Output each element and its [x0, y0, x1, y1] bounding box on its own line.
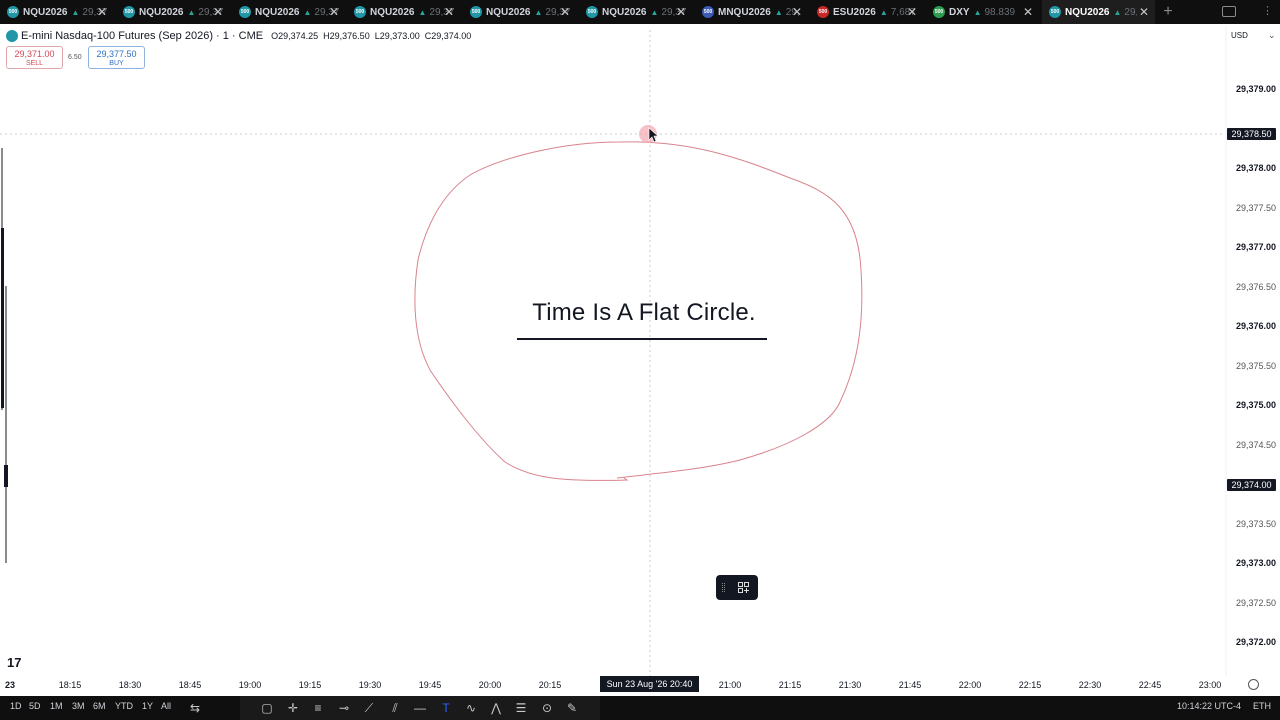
ohlc-low: L29,373.00	[374, 31, 420, 41]
price-tick-label: 29,377.50	[1235, 203, 1276, 213]
time-tick-label: 18:15	[58, 680, 82, 690]
time-tick-label: 20:00	[478, 680, 502, 690]
buy-price: 29,377.50	[96, 49, 137, 59]
time-tick-label: 23:00	[1198, 680, 1222, 690]
price-tick-label: 29,372.50	[1235, 598, 1276, 608]
range-button-6m[interactable]: 6M	[93, 701, 106, 711]
session-toggle[interactable]: ETH	[1253, 701, 1271, 711]
time-tick-label: 22:30	[1078, 680, 1102, 690]
settings-icon[interactable]	[1248, 679, 1259, 690]
price-tick-label: 29,373.50	[1235, 519, 1276, 529]
brush-icon[interactable]: ✎	[563, 699, 581, 717]
text-tool-icon[interactable]: T	[437, 699, 455, 717]
time-tick-label: 21:00	[718, 680, 742, 690]
spread-value: 6.50	[68, 54, 82, 61]
time-tick-label: 22:00	[958, 680, 982, 690]
range-button-ytd[interactable]: YTD	[115, 701, 133, 711]
time-tick-label: 20:15	[538, 680, 562, 690]
time-tick-label: 19:30	[358, 680, 382, 690]
price-tick-label: 29,373.00	[1235, 558, 1276, 568]
crosshair-price-tag: 29,378.50	[1227, 128, 1276, 140]
crosshair-tool-icon[interactable]: ✛	[284, 699, 302, 717]
bottom-toolbar: 10:14:22 UTC-4 ETH 1D 5D 1M 3M 6M YTD 1Y All ⇆ ▢ ✛…	[0, 696, 1280, 720]
price-tick-label: 29,378.00	[1235, 163, 1276, 173]
price-tick-label: 29,375.00	[1235, 400, 1276, 410]
range-button-1m[interactable]: 1M	[50, 701, 63, 711]
pattern-tool-icon[interactable]: ⋀	[487, 699, 505, 717]
buy-label: BUY	[109, 60, 124, 67]
horizontal-line-icon[interactable]: —	[411, 699, 429, 717]
candle-body	[4, 465, 8, 487]
price-tick-label: 29,376.50	[1235, 282, 1276, 292]
time-tick-label: 19:00	[238, 680, 262, 690]
symbol-legend[interactable]: E-mini Nasdaq-100 Futures (Sep 2026) · 1…	[6, 29, 476, 43]
crosshair-time-tag: Sun 23 Aug '26 20:40	[600, 676, 699, 692]
path-tool-icon[interactable]: ∿	[462, 699, 480, 717]
buy-button[interactable]: 29,377.50 BUY	[88, 46, 145, 69]
time-tick-label: 18:45	[178, 680, 202, 690]
replay-icon[interactable]: ⊙	[538, 699, 556, 717]
last-price-tag: 29,374.00	[1227, 479, 1276, 491]
tradingview-logo-icon[interactable]: 17	[7, 655, 21, 670]
time-tick-label: 23	[4, 680, 16, 690]
go-to-date-icon[interactable]: ⇆	[186, 699, 204, 717]
trend-line-icon[interactable]: ⟋	[360, 699, 378, 717]
sell-button[interactable]: 29,371.00 SELL	[6, 46, 63, 69]
range-button-1y[interactable]: 1Y	[142, 701, 153, 711]
horizontal-ray-icon[interactable]: ⊸	[335, 699, 353, 717]
drawing-floating-toolbar[interactable]	[716, 575, 758, 600]
symbol-logo-icon	[6, 30, 18, 42]
fib-tool-icon[interactable]: ≡	[309, 699, 327, 717]
time-tick-label: 21:45	[898, 680, 922, 690]
chart-canvas[interactable]	[0, 0, 1280, 720]
ohlc-close: C29,374.00	[424, 31, 472, 41]
price-tick-label: 29,375.50	[1235, 361, 1276, 371]
range-button-3m[interactable]: 3M	[72, 701, 85, 711]
price-tick-label: 29,379.00	[1235, 84, 1276, 94]
sell-label: SELL	[25, 60, 44, 67]
time-tick-label: 19:45	[418, 680, 442, 690]
time-tick-label: 21:15	[778, 680, 802, 690]
time-tick-label: 18:30	[118, 680, 142, 690]
range-button-all[interactable]: All	[161, 701, 171, 711]
ohlc-open: O29,374.25	[271, 31, 319, 41]
price-tick-label: 29,377.00	[1235, 242, 1276, 252]
time-tick-label: 21:30	[838, 680, 862, 690]
range-button-1d[interactable]: 1D	[10, 701, 22, 711]
ohlc-high: H29,376.50	[323, 31, 370, 41]
time-tick-label: 22:15	[1018, 680, 1042, 690]
price-tick-label: 29,372.00	[1235, 637, 1276, 647]
symbol-title[interactable]: E-mini Nasdaq-100 Futures (Sep 2026) · 1…	[21, 30, 263, 42]
price-tick-label: 29,376.00	[1235, 321, 1276, 331]
currency-selector[interactable]: USD	[1231, 31, 1248, 40]
range-button-5d[interactable]: 5D	[29, 701, 41, 711]
text-drawing[interactable]: Time Is A Flat Circle.	[520, 299, 768, 327]
chevron-down-icon[interactable]: ⌄	[1268, 30, 1276, 41]
clock[interactable]: 10:14:22 UTC-4	[1177, 701, 1241, 711]
price-tick-label: 29,374.50	[1235, 440, 1276, 450]
add-widget-icon[interactable]	[738, 582, 749, 593]
candle-body	[1, 228, 4, 408]
sell-price: 29,371.00	[14, 49, 55, 59]
time-tick-label: 22:45	[1138, 680, 1162, 690]
rectangle-tool-icon[interactable]: ▢	[258, 699, 276, 717]
parallel-channel-icon[interactable]: ⫽	[386, 699, 404, 717]
time-tick-label: 19:15	[298, 680, 322, 690]
multi-line-icon[interactable]: ☰	[512, 699, 530, 717]
drag-handle-icon[interactable]	[722, 583, 725, 592]
